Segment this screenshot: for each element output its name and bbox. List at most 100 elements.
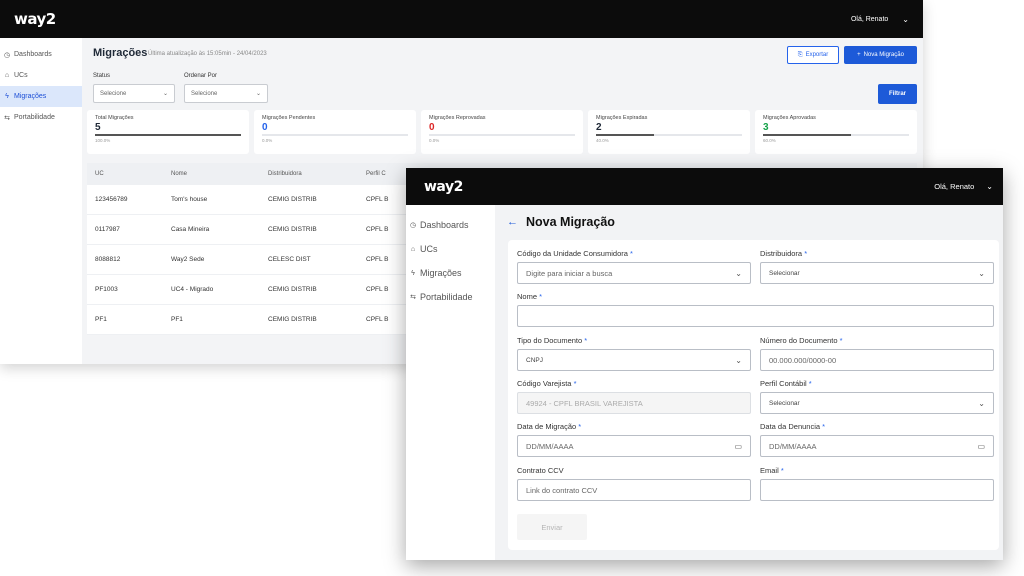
calendar-icon[interactable]: ▭ <box>734 442 742 451</box>
sidebar-item-ucs[interactable]: ⌂ UCs <box>0 65 82 86</box>
uc-code-label: Código da Unidade Consumidora * <box>517 249 633 258</box>
required-mark: * <box>822 422 826 431</box>
cell-uc: 8088812 <box>95 256 121 263</box>
retail-code-value: 49924 - CPFL BRASIL VAREJISTA <box>526 398 643 408</box>
complaint-date-placeholder: DD/MM/AAAA <box>769 441 817 451</box>
distributor-label: Distribuidora * <box>760 249 808 258</box>
required-mark: * <box>839 336 843 345</box>
stat-progress-bar <box>763 134 909 136</box>
doc-number-field[interactable]: 00.000.000/0000-00 <box>760 349 994 371</box>
cell-uc: PF1003 <box>95 286 118 293</box>
status-filter-value: Selecione <box>100 90 127 97</box>
cell-distribuidora: CEMIG DISTRIB <box>268 196 317 203</box>
status-filter-select[interactable]: Selecione ⌄ <box>93 84 175 103</box>
stat-label: Migrações Pendentes <box>262 115 316 121</box>
stat-percent: 100.0% <box>95 138 111 143</box>
order-filter-select[interactable]: Selecione ⌄ <box>184 84 268 103</box>
new-migration-button[interactable]: + Nova Migração <box>844 46 917 64</box>
column-header-nome[interactable]: Nome <box>171 171 268 177</box>
export-button-label: Exportar <box>805 52 829 58</box>
stat-value: 3 <box>763 122 769 133</box>
cell-uc: 123456789 <box>95 196 128 203</box>
cell-nome: UC4 - Migrado <box>171 286 214 293</box>
portability-icon: ⇆ <box>4 114 10 122</box>
cell-distribuidora: CEMIG DISTRIB <box>268 226 317 233</box>
page-title: Migrações <box>93 47 148 59</box>
plus-icon: + <box>857 52 861 58</box>
sidebar-item-dashboards[interactable]: ◷ Dashboards <box>406 213 495 237</box>
chevron-down-icon: ⌄ <box>978 398 985 408</box>
cell-nome: Casa Mineira <box>171 226 210 233</box>
lightning-icon: ϟ <box>5 93 9 100</box>
cell-nome: Tom's house <box>171 196 208 203</box>
stat-percent: 40.0% <box>596 138 609 143</box>
sidebar-item-migracoes[interactable]: ϟ Migrações <box>406 261 495 285</box>
stat-card-rejected: Migrações Reprovadas 0 0.0% <box>421 110 583 154</box>
chevron-down-icon: ⌄ <box>986 182 993 191</box>
arrow-left-icon[interactable]: ← <box>507 216 518 228</box>
required-mark: * <box>573 379 577 388</box>
sidebar-item-ucs[interactable]: ⌂ UCs <box>406 237 495 261</box>
stat-progress-bar <box>429 134 575 136</box>
ccv-contract-field[interactable]: Link do contrato CCV <box>517 479 751 501</box>
migration-date-field[interactable]: DD/MM/AAAA ▭ <box>517 435 751 457</box>
doc-number-label: Número do Documento * <box>760 336 843 345</box>
cell-uc: PF1 <box>95 316 107 323</box>
accounting-profile-value: Selecionar <box>769 399 800 407</box>
dashboard-icon: ◷ <box>409 222 417 229</box>
portability-icon: ⇆ <box>410 294 416 301</box>
required-mark: * <box>804 249 808 258</box>
doc-number-placeholder: 00.000.000/0000-00 <box>769 355 837 365</box>
filter-button[interactable]: Filtrar <box>878 84 917 104</box>
cell-distribuidora: CEMIG DISTRIB <box>268 316 317 323</box>
uc-code-field[interactable]: Digite para iniciar a busca ⌄ <box>517 262 751 284</box>
stat-label: Migrações Aprovadas <box>763 115 816 121</box>
sidebar: ◷ Dashboards ⌂ UCs ϟ Migrações ⇆ Portabi… <box>406 205 495 560</box>
migration-date-placeholder: DD/MM/AAAA <box>526 441 574 451</box>
main-content: ← Nova Migração Código da Unidade Consum… <box>495 205 1003 560</box>
ccv-contract-label: Contrato CCV <box>517 466 564 475</box>
export-button[interactable]: ⎘ Exportar <box>787 46 839 64</box>
lightning-icon: ϟ <box>411 269 415 277</box>
sidebar-item-portabilidade[interactable]: ⇆ Portabilidade <box>0 107 82 128</box>
chevron-down-icon: ⌄ <box>735 355 742 365</box>
page-title: Nova Migração <box>526 215 615 229</box>
migration-date-label: Data de Migração * <box>517 422 582 431</box>
stat-card-approved: Migrações Aprovadas 3 60.0% <box>755 110 917 154</box>
complaint-date-field[interactable]: DD/MM/AAAA ▭ <box>760 435 994 457</box>
doc-type-select[interactable]: CNPJ ⌄ <box>517 349 751 371</box>
stat-progress-bar <box>596 134 742 136</box>
last-update-text: Última atualização às 15:05min - 24/04/2… <box>148 51 267 57</box>
calendar-icon[interactable]: ▭ <box>977 442 985 451</box>
stat-percent: 60.0% <box>763 138 776 143</box>
distributor-select[interactable]: Selecionar ⌄ <box>760 262 994 284</box>
email-field[interactable] <box>760 479 994 501</box>
user-greeting: Olá, Renato <box>850 15 889 23</box>
send-button[interactable]: Enviar <box>517 514 587 540</box>
column-header-uc[interactable]: UC <box>87 171 171 177</box>
user-menu[interactable]: Olá, Renato ⌄ <box>934 182 993 191</box>
stat-value: 0 <box>262 122 268 133</box>
sidebar-item-migracoes[interactable]: ϟ Migrações <box>0 86 82 107</box>
retail-code-label: Código Varejista * <box>517 379 577 388</box>
top-bar: way2 Olá, Renato ⌄ <box>406 168 1003 205</box>
user-menu[interactable]: Olá, Renato ⌄ <box>851 15 909 24</box>
column-header-distribuidora[interactable]: Distribuidora <box>268 171 366 177</box>
building-icon: ⌂ <box>410 245 416 253</box>
name-field[interactable] <box>517 305 994 327</box>
required-mark: * <box>578 422 582 431</box>
stat-progress-bar <box>95 134 241 136</box>
stat-percent: 0.0% <box>262 138 273 143</box>
sidebar-item-label: Migrações <box>420 268 462 278</box>
ccv-contract-placeholder: Link do contrato CCV <box>526 485 598 495</box>
way2-logo: way2 <box>424 178 463 195</box>
sidebar-item-portabilidade[interactable]: ⇆ Portabilidade <box>406 285 495 309</box>
stat-label: Migrações Expiradas <box>596 115 648 121</box>
dashboard-icon: ◷ <box>3 51 11 59</box>
stat-progress-fill <box>763 134 851 136</box>
accounting-profile-select[interactable]: Selecionar ⌄ <box>760 392 994 414</box>
required-mark: * <box>808 379 812 388</box>
sidebar-item-label: UCs <box>420 244 438 254</box>
export-icon: ⎘ <box>797 51 803 58</box>
sidebar-item-dashboards[interactable]: ◷ Dashboards <box>0 44 82 65</box>
